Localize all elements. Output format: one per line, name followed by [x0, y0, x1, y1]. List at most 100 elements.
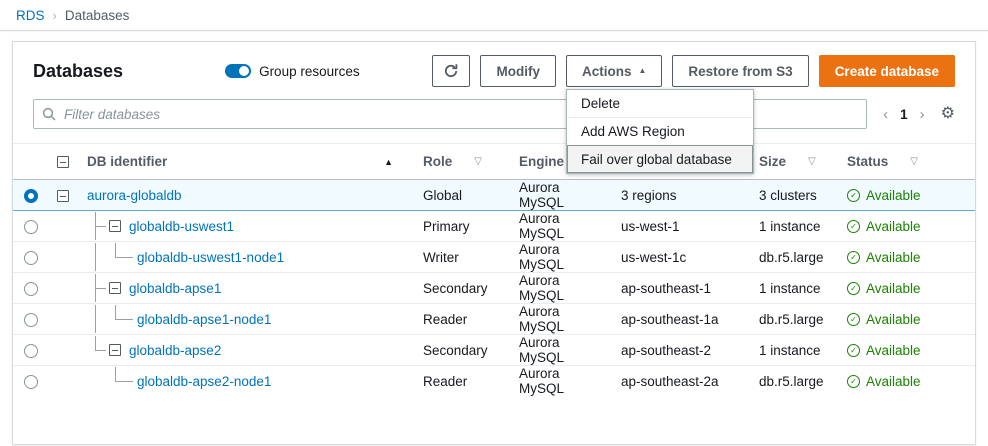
restore-from-s3-button[interactable]: Restore from S3	[672, 55, 809, 87]
status-badge: ✓ Available	[847, 188, 967, 203]
region-cell: ap-southeast-2a	[613, 365, 751, 396]
row-radio[interactable]	[24, 219, 38, 234]
status-badge: ✓ Available	[847, 281, 967, 296]
check-circle-icon: ✓	[847, 188, 860, 202]
region-cell: 3 regions	[613, 179, 751, 211]
role-cell: Secondary	[415, 334, 511, 366]
table-row: globaldb-uswest1-node1 Writer Aurora MyS…	[13, 241, 975, 273]
toggle-knob	[239, 66, 250, 76]
db-identifier-link[interactable]: aurora-globaldb	[87, 188, 182, 203]
column-header-status[interactable]: Status ▽	[839, 143, 975, 180]
check-circle-icon: ✓	[847, 219, 860, 233]
pagination: ‹ 1 ›	[883, 106, 925, 123]
collapse-row-icon[interactable]	[109, 282, 121, 294]
column-header-size[interactable]: Size ▽	[751, 143, 839, 180]
collapse-row-icon[interactable]	[109, 344, 121, 356]
region-cell: us-west-1c	[613, 241, 751, 273]
databases-panel: Databases Group resources Modify Actions…	[12, 41, 976, 445]
check-circle-icon: ✓	[847, 343, 860, 357]
sort-icon: ▽	[474, 156, 482, 167]
refresh-icon	[445, 64, 458, 78]
region-cell: ap-southeast-1	[613, 272, 751, 304]
sort-icon: ▽	[910, 156, 918, 167]
previous-page-icon[interactable]: ‹	[883, 106, 888, 123]
row-radio[interactable]	[24, 250, 38, 265]
role-cell: Secondary	[415, 272, 511, 304]
collapse-row-icon[interactable]	[109, 220, 121, 232]
group-resources-label: Group resources	[259, 63, 360, 79]
gear-icon[interactable]: ⚙	[941, 106, 955, 122]
role-cell: Writer	[415, 241, 511, 273]
check-circle-icon: ✓	[847, 312, 860, 326]
status-badge: ✓ Available	[847, 219, 967, 234]
current-page-number[interactable]: 1	[900, 107, 908, 122]
column-header-role[interactable]: Role ▽	[415, 143, 511, 180]
menu-item-fail-over-global-database[interactable]: Fail over global database	[567, 145, 753, 173]
db-identifier-link[interactable]: globaldb-apse1	[129, 281, 221, 296]
search-icon	[42, 107, 56, 121]
tree-connector	[109, 305, 137, 333]
status-badge: ✓ Available	[847, 374, 967, 389]
databases-table: DB identifier ▲ Role ▽ Engine ▽ ▽ Size	[13, 143, 975, 396]
tree-connector	[87, 305, 109, 333]
engine-cell: Aurora MySQL	[511, 179, 613, 211]
db-identifier-link[interactable]: globaldb-uswest1	[129, 219, 234, 234]
status-badge: ✓ Available	[847, 343, 967, 358]
db-identifier-link[interactable]: globaldb-apse2	[129, 343, 221, 358]
modify-button[interactable]: Modify	[480, 55, 556, 87]
row-radio[interactable]	[24, 281, 38, 296]
row-radio-selected[interactable]	[24, 188, 38, 203]
breadcrumb-current: Databases	[64, 8, 130, 23]
db-identifier-link[interactable]: globaldb-apse1-node1	[137, 312, 271, 327]
tree-connector	[87, 243, 109, 271]
tree-connector	[87, 336, 109, 364]
collapse-row-icon[interactable]	[57, 189, 69, 202]
next-page-icon[interactable]: ›	[920, 106, 925, 123]
breadcrumb-separator-icon: ›	[52, 8, 57, 23]
sort-icon: ▽	[808, 156, 816, 167]
refresh-button[interactable]	[432, 55, 471, 87]
column-header-db-identifier[interactable]: DB identifier ▲	[79, 143, 415, 180]
size-cell: 1 instance	[751, 272, 839, 304]
row-radio[interactable]	[24, 343, 38, 358]
size-cell: db.r5.large	[751, 241, 839, 273]
region-cell: ap-southeast-2	[613, 334, 751, 366]
role-cell: Reader	[415, 303, 511, 335]
tree-connector	[109, 367, 137, 395]
size-cell: 1 instance	[751, 334, 839, 366]
check-circle-icon: ✓	[847, 250, 860, 264]
menu-item-delete[interactable]: Delete	[567, 90, 753, 117]
engine-cell: Aurora MySQL	[511, 365, 613, 396]
collapse-all-icon[interactable]	[57, 156, 69, 169]
engine-cell: Aurora MySQL	[511, 210, 613, 242]
breadcrumb-link-rds[interactable]: RDS	[16, 8, 45, 23]
menu-item-add-aws-region[interactable]: Add AWS Region	[567, 117, 753, 145]
table-row: globaldb-uswest1 Primary Aurora MySQL us…	[13, 210, 975, 242]
size-cell: 3 clusters	[751, 179, 839, 211]
group-resources-control: Group resources	[225, 64, 360, 79]
db-identifier-link[interactable]: globaldb-uswest1-node1	[137, 250, 284, 265]
table-row: globaldb-apse2-node1 Reader Aurora MySQL…	[13, 365, 975, 396]
check-circle-icon: ✓	[847, 281, 860, 295]
db-identifier-link[interactable]: globaldb-apse2-node1	[137, 374, 271, 389]
group-resources-toggle[interactable]	[225, 64, 252, 78]
create-database-button[interactable]: Create database	[818, 55, 955, 87]
table-row: globaldb-apse1 Secondary Aurora MySQL ap…	[13, 272, 975, 304]
sort-ascending-icon: ▲	[384, 156, 393, 167]
row-radio[interactable]	[24, 312, 38, 327]
row-radio[interactable]	[24, 374, 38, 389]
check-circle-icon: ✓	[847, 374, 860, 388]
table-row: globaldb-apse2 Secondary Aurora MySQL ap…	[13, 334, 975, 366]
actions-button[interactable]: Actions ▲	[565, 55, 663, 87]
caret-up-icon: ▲	[638, 66, 647, 75]
engine-cell: Aurora MySQL	[511, 241, 613, 273]
panel-toolbar: Databases Group resources Modify Actions…	[13, 42, 975, 97]
toolbar-buttons: Modify Actions ▲ Restore from S3 Create …	[432, 55, 955, 87]
table-row: aurora-globaldb Global Aurora MySQL 3 re…	[13, 179, 975, 211]
actions-dropdown-menu: Delete Add AWS Region Fail over global d…	[566, 89, 754, 174]
table-header-row: DB identifier ▲ Role ▽ Engine ▽ ▽ Size	[13, 143, 975, 180]
size-cell: db.r5.large	[751, 365, 839, 396]
role-cell: Reader	[415, 365, 511, 396]
table-row: globaldb-apse1-node1 Reader Aurora MySQL…	[13, 303, 975, 335]
